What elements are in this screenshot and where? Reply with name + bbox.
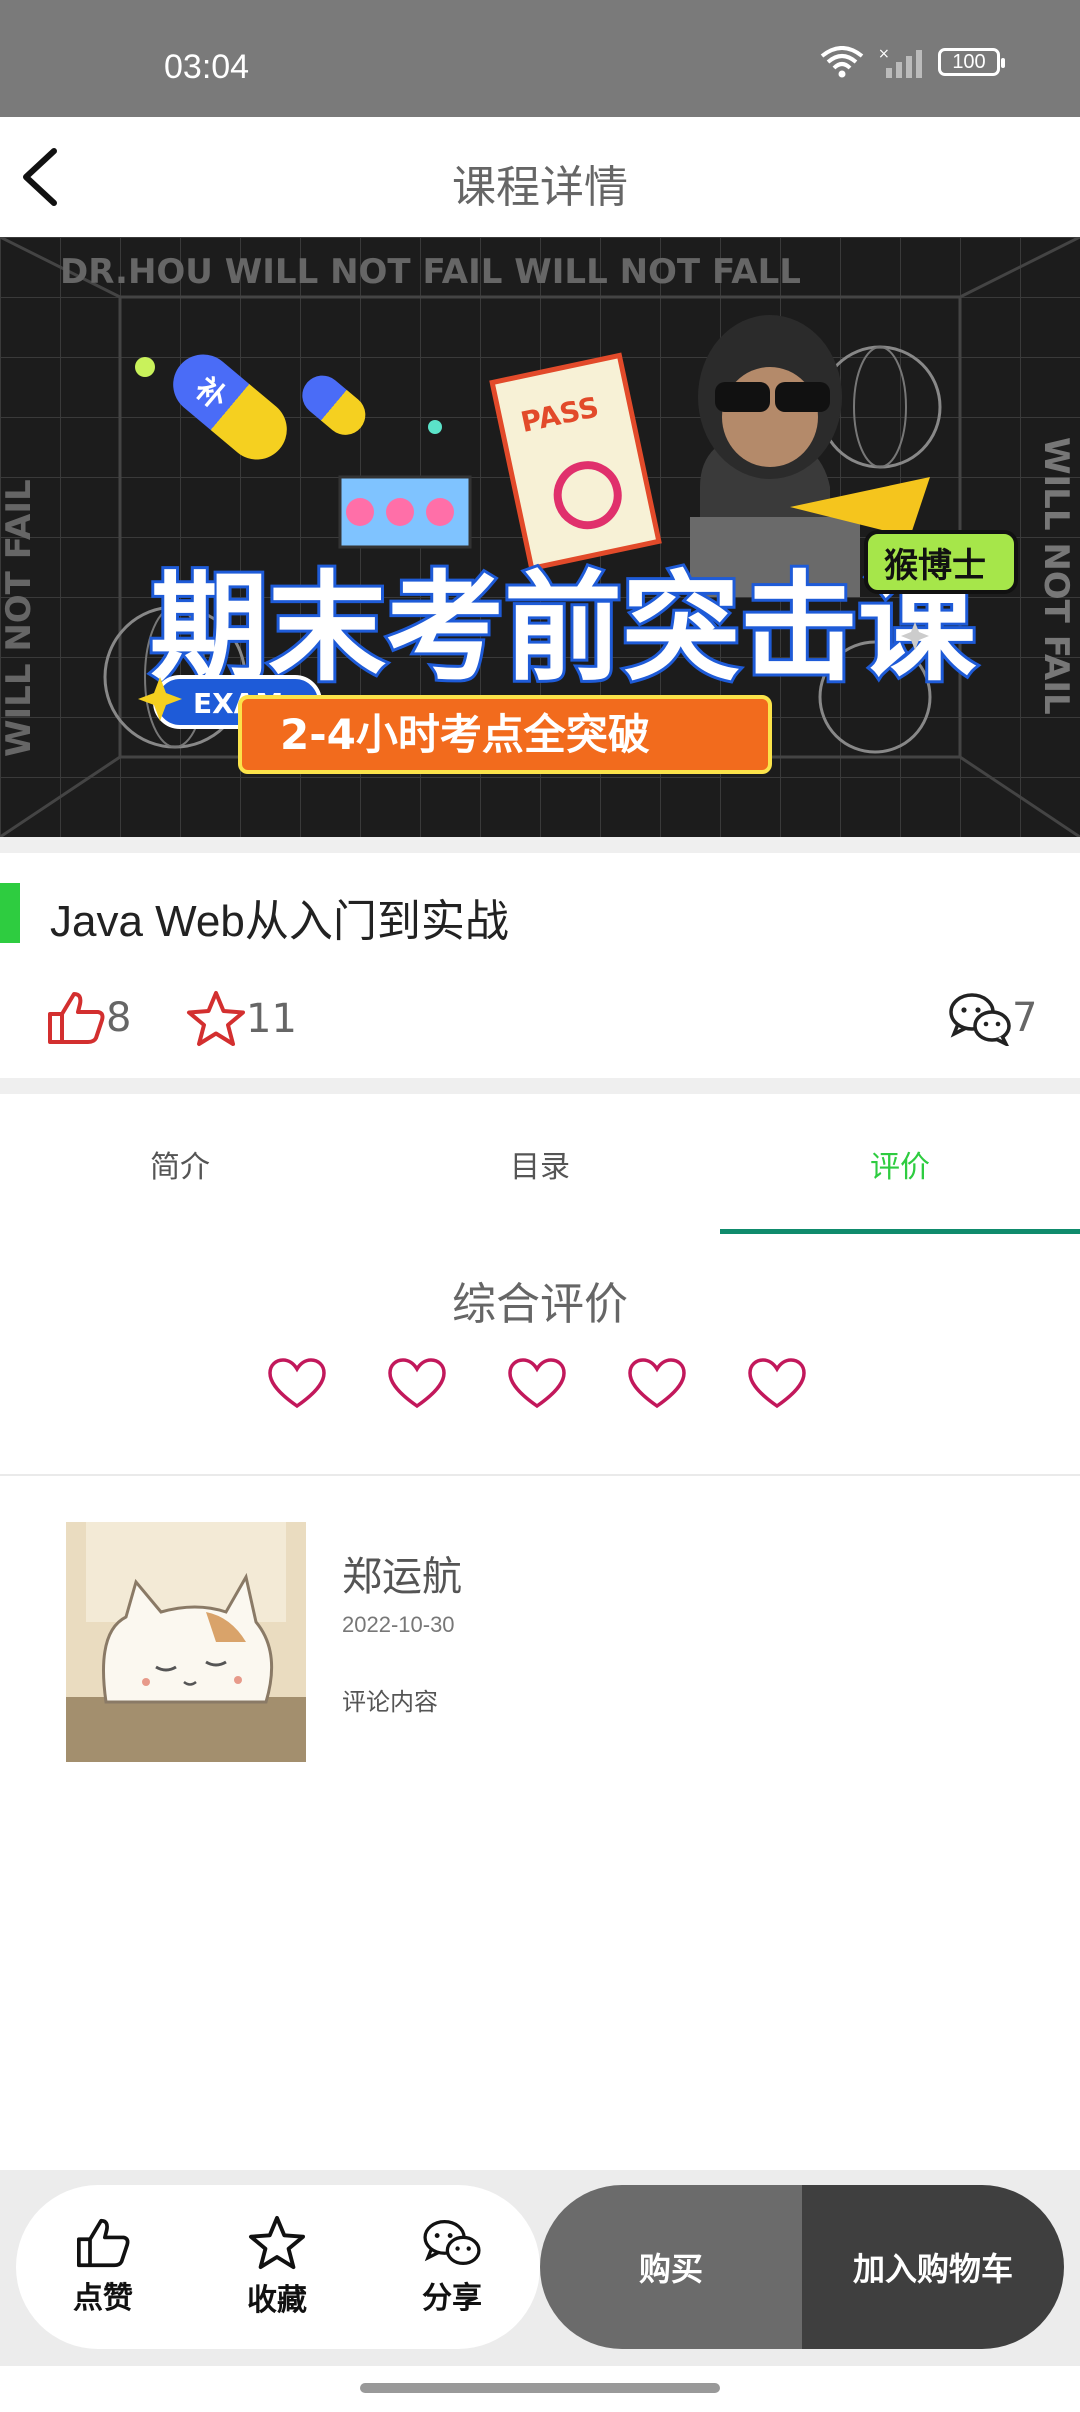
app-header: 课程详情 xyxy=(0,117,1080,237)
signal-icon: × xyxy=(878,46,922,78)
battery-icon: 100 xyxy=(938,48,1005,76)
banner-side-text-right: WILL NOT FAIL xyxy=(1036,437,1076,715)
comment-count: 7 xyxy=(1012,995,1038,1041)
tab-reviews[interactable]: 评价 xyxy=(720,1094,1080,1234)
rating-hearts[interactable] xyxy=(268,1358,806,1410)
add-to-cart-button[interactable]: 加入购物车 xyxy=(802,2185,1064,2349)
buy-button[interactable]: 购买 xyxy=(540,2185,802,2349)
reviewer-name: 郑运航 xyxy=(342,1554,462,1600)
thumbs-up-icon xyxy=(76,2218,130,2268)
heart-icon[interactable] xyxy=(268,1358,326,1410)
action-group: 点赞 收藏 分享 xyxy=(16,2185,540,2349)
title-accent-bar xyxy=(0,883,20,943)
heart-icon[interactable] xyxy=(508,1358,566,1410)
cat-avatar-image xyxy=(66,1522,306,1762)
section-gap xyxy=(0,1078,1080,1094)
like-stat[interactable]: 8 xyxy=(46,990,131,1046)
heart-icon[interactable] xyxy=(628,1358,686,1410)
comment-stat[interactable]: 7 xyxy=(948,990,1037,1046)
rating-title: 综合评价 xyxy=(452,1279,628,1330)
tab-catalog[interactable]: 目录 xyxy=(360,1094,720,1234)
star-icon xyxy=(249,2215,305,2270)
tab-bar: 简介 目录 评价 xyxy=(0,1094,1080,1234)
reviewer-avatar xyxy=(66,1522,306,1762)
svg-text:×: × xyxy=(878,46,890,62)
wechat-icon xyxy=(423,2220,481,2266)
home-indicator[interactable] xyxy=(360,2383,720,2393)
favorite-label: 收藏 xyxy=(247,2283,307,2318)
favorite-button[interactable]: 收藏 xyxy=(247,2215,307,2319)
tab-intro[interactable]: 简介 xyxy=(0,1094,360,1234)
banner-image: DR.HOU WILL NOT FAIL WILL NOT FALL WILL … xyxy=(0,237,1080,837)
status-icons: × 100 xyxy=(820,46,1005,78)
like-button[interactable]: 点赞 xyxy=(73,2217,133,2317)
status-bar: 03:04 × 100 xyxy=(0,0,1080,117)
course-banner: DR.HOU WILL NOT FAIL WILL NOT FALL WILL … xyxy=(0,237,1080,837)
like-label: 点赞 xyxy=(73,2281,133,2316)
review-content: 评论内容 xyxy=(342,1688,438,1716)
page-title: 课程详情 xyxy=(452,162,628,213)
wechat-icon xyxy=(949,993,1011,1046)
like-count: 8 xyxy=(106,995,132,1041)
section-gap xyxy=(0,837,1080,853)
star-icon xyxy=(187,991,245,1046)
heart-icon[interactable] xyxy=(388,1358,446,1410)
banner-subtitle: 2-4小时考点全突破 xyxy=(280,710,650,759)
banner-side-text-left: WILL NOT FAIL xyxy=(0,479,39,757)
review-date: 2022-10-30 xyxy=(342,1612,455,1637)
share-button[interactable]: 分享 xyxy=(421,2217,483,2317)
favorite-count: 11 xyxy=(246,996,297,1042)
favorite-stat[interactable]: 11 xyxy=(186,990,297,1048)
share-label: 分享 xyxy=(422,2281,482,2316)
banner-top-text: DR.HOU WILL NOT FAIL WILL NOT FALL xyxy=(60,252,801,292)
thumbs-up-icon xyxy=(48,992,105,1044)
brand-badge: 猴博士 xyxy=(884,546,986,586)
divider xyxy=(0,1474,1080,1476)
course-title: Java Web从入门到实战 xyxy=(50,897,509,946)
wifi-icon xyxy=(820,46,864,78)
status-time: 03:04 xyxy=(164,48,250,86)
heart-icon[interactable] xyxy=(748,1358,806,1410)
